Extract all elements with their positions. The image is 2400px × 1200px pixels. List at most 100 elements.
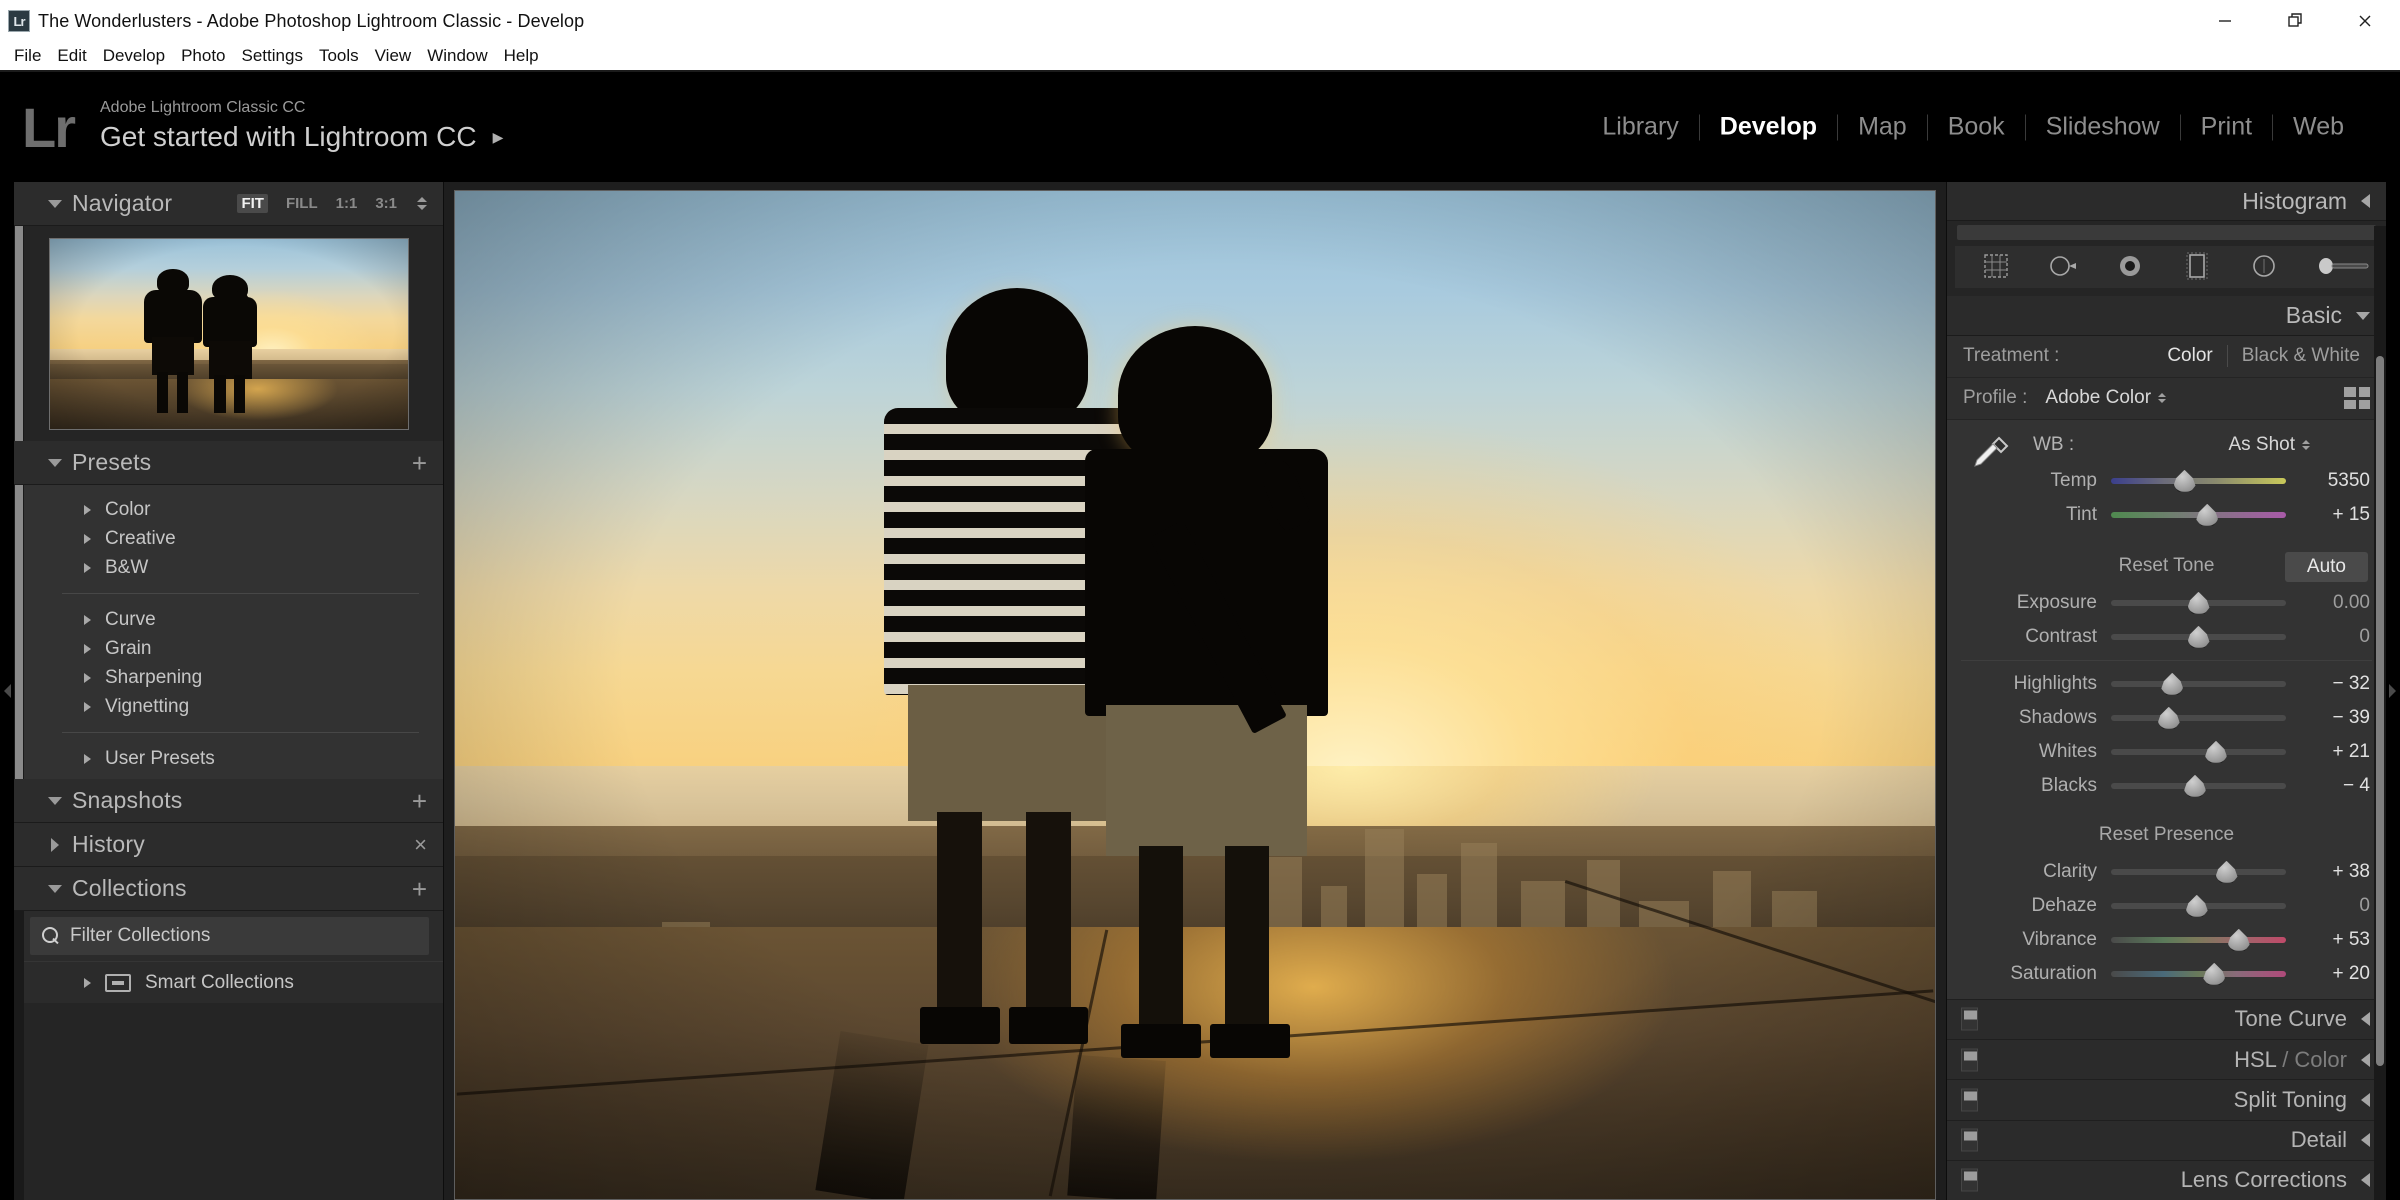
snapshots-header[interactable]: Snapshots +: [14, 779, 443, 823]
preset-group-color[interactable]: Color: [14, 495, 443, 524]
menu-item-photo[interactable]: Photo: [173, 46, 233, 66]
red-eye-icon[interactable]: [2113, 251, 2153, 283]
panel-switch-icon[interactable]: [1961, 1168, 1978, 1192]
minimize-icon[interactable]: [2190, 0, 2260, 42]
graduated-filter-icon[interactable]: [2180, 251, 2220, 283]
histogram-graph[interactable]: [1957, 225, 2376, 240]
wb-value[interactable]: As Shot: [2228, 434, 2295, 456]
preset-group-vignetting[interactable]: Vignetting: [14, 692, 443, 721]
profile-browser-icon[interactable]: [2344, 387, 2370, 410]
slider-knob[interactable]: [2173, 469, 2196, 492]
slider-knob[interactable]: [2187, 625, 2210, 648]
spot-removal-icon[interactable]: [2046, 251, 2086, 283]
collections-header[interactable]: Collections +: [14, 867, 443, 911]
slider-knob[interactable]: [2185, 894, 2208, 917]
histogram-header[interactable]: Histogram: [1947, 182, 2386, 222]
slider-knob[interactable]: [2203, 962, 2226, 985]
identity-arrow-icon[interactable]: ▶: [493, 129, 504, 146]
slider-value[interactable]: − 4: [2286, 775, 2370, 797]
slider-value[interactable]: − 32: [2286, 673, 2370, 695]
navigator-preview[interactable]: [14, 226, 443, 441]
white-balance-selector-icon[interactable]: [1969, 432, 2013, 472]
left-panel-collapse-handle[interactable]: [0, 182, 14, 1200]
slider-track[interactable]: [2111, 591, 2286, 614]
slider-knob[interactable]: [2184, 774, 2206, 797]
add-collection-icon[interactable]: +: [412, 876, 427, 902]
zoom-level-fit[interactable]: FIT: [237, 194, 268, 213]
navigator-thumbnail[interactable]: [48, 237, 409, 430]
slider-knob[interactable]: [2161, 672, 2184, 695]
clear-history-icon[interactable]: ×: [414, 833, 427, 856]
slider-exposure[interactable]: Exposure 0.00: [1947, 586, 2386, 620]
scrollbar-thumb[interactable]: [2376, 356, 2384, 1066]
chevron-left-icon[interactable]: [2361, 1092, 2370, 1107]
menu-item-settings[interactable]: Settings: [234, 46, 311, 66]
panel-switch-icon[interactable]: [1961, 1128, 1978, 1152]
slider-knob[interactable]: [2157, 706, 2180, 729]
navigator-header[interactable]: Navigator FIT FILL 1:1 3:1: [14, 182, 443, 226]
slider-value[interactable]: 0: [2286, 895, 2370, 917]
disclosure-triangle-icon[interactable]: [48, 796, 62, 805]
slider-clarity[interactable]: Clarity + 38: [1947, 855, 2386, 889]
slider-track[interactable]: [2111, 740, 2286, 763]
zoom-level-fill[interactable]: FILL: [286, 195, 318, 212]
reset-tone-button[interactable]: Reset Tone: [2119, 555, 2215, 577]
slider-knob[interactable]: [2215, 860, 2238, 883]
panel-switch-icon[interactable]: [1961, 1088, 1978, 1112]
chevron-left-icon[interactable]: [2361, 1012, 2370, 1027]
slider-knob[interactable]: [2196, 503, 2219, 526]
module-map[interactable]: Map: [1838, 113, 1927, 142]
slider-track[interactable]: [2111, 625, 2286, 648]
preset-group-bw[interactable]: B&W: [14, 553, 443, 582]
menu-item-view[interactable]: View: [367, 46, 420, 66]
profile-value[interactable]: Adobe Color: [2045, 387, 2151, 409]
preset-group-user-presets[interactable]: User Presets: [14, 744, 443, 773]
radial-filter-icon[interactable]: [2247, 251, 2287, 283]
slider-track[interactable]: [2111, 774, 2286, 797]
module-library[interactable]: Library: [1582, 113, 1698, 142]
disclosure-triangle-icon[interactable]: [48, 458, 62, 467]
slider-value[interactable]: + 38: [2286, 861, 2370, 883]
slider-track[interactable]: [2111, 469, 2286, 492]
chevron-left-icon[interactable]: [2361, 1133, 2370, 1148]
auto-tone-button[interactable]: Auto: [2284, 551, 2368, 582]
preset-group-curve[interactable]: Curve: [14, 605, 443, 634]
preset-group-creative[interactable]: Creative: [14, 524, 443, 553]
slider-track[interactable]: [2111, 928, 2286, 951]
slider-value[interactable]: + 15: [2286, 504, 2370, 526]
slider-track[interactable]: [2111, 962, 2286, 985]
menu-item-file[interactable]: File: [6, 46, 49, 66]
panel-split-toning[interactable]: Split Toning: [1947, 1079, 2386, 1120]
menu-item-tools[interactable]: Tools: [311, 46, 367, 66]
slider-whites[interactable]: Whites + 21: [1947, 735, 2386, 769]
slider-vibrance[interactable]: Vibrance + 53: [1947, 923, 2386, 957]
panel-switch-icon[interactable]: [1961, 1048, 1978, 1072]
close-icon[interactable]: [2330, 0, 2400, 42]
slider-value[interactable]: + 21: [2286, 741, 2370, 763]
slider-value[interactable]: + 20: [2286, 963, 2370, 985]
maximize-icon[interactable]: [2260, 0, 2330, 42]
slider-contrast[interactable]: Contrast 0: [1947, 620, 2386, 654]
preset-group-sharpening[interactable]: Sharpening: [14, 663, 443, 692]
slider-tint[interactable]: Tint + 15: [1947, 498, 2386, 532]
chevron-left-icon[interactable]: [2361, 194, 2370, 209]
slider-value[interactable]: 0.00: [2286, 592, 2370, 614]
presets-header[interactable]: Presets +: [14, 441, 443, 485]
panel-lens-corrections[interactable]: Lens Corrections: [1947, 1159, 2386, 1200]
disclosure-triangle-icon[interactable]: [48, 199, 62, 208]
menu-item-window[interactable]: Window: [419, 46, 495, 66]
menu-item-develop[interactable]: Develop: [95, 46, 173, 66]
slider-value[interactable]: 0: [2286, 626, 2370, 648]
menu-item-edit[interactable]: Edit: [49, 46, 94, 66]
left-panel-scrollbar[interactable]: [14, 182, 24, 1200]
slider-track[interactable]: [2111, 860, 2286, 883]
panel-hsl-color[interactable]: HSL / Color: [1947, 1039, 2386, 1080]
preset-group-grain[interactable]: Grain: [14, 634, 443, 663]
reset-presence-button[interactable]: Reset Presence: [2099, 824, 2234, 846]
right-panel-collapse-handle[interactable]: [2386, 182, 2400, 1200]
slider-dehaze[interactable]: Dehaze 0: [1947, 889, 2386, 923]
slider-track[interactable]: [2111, 503, 2286, 526]
module-print[interactable]: Print: [2181, 113, 2272, 142]
zoom-level-3-1[interactable]: 3:1: [375, 195, 397, 212]
disclosure-triangle-icon[interactable]: [48, 884, 62, 893]
